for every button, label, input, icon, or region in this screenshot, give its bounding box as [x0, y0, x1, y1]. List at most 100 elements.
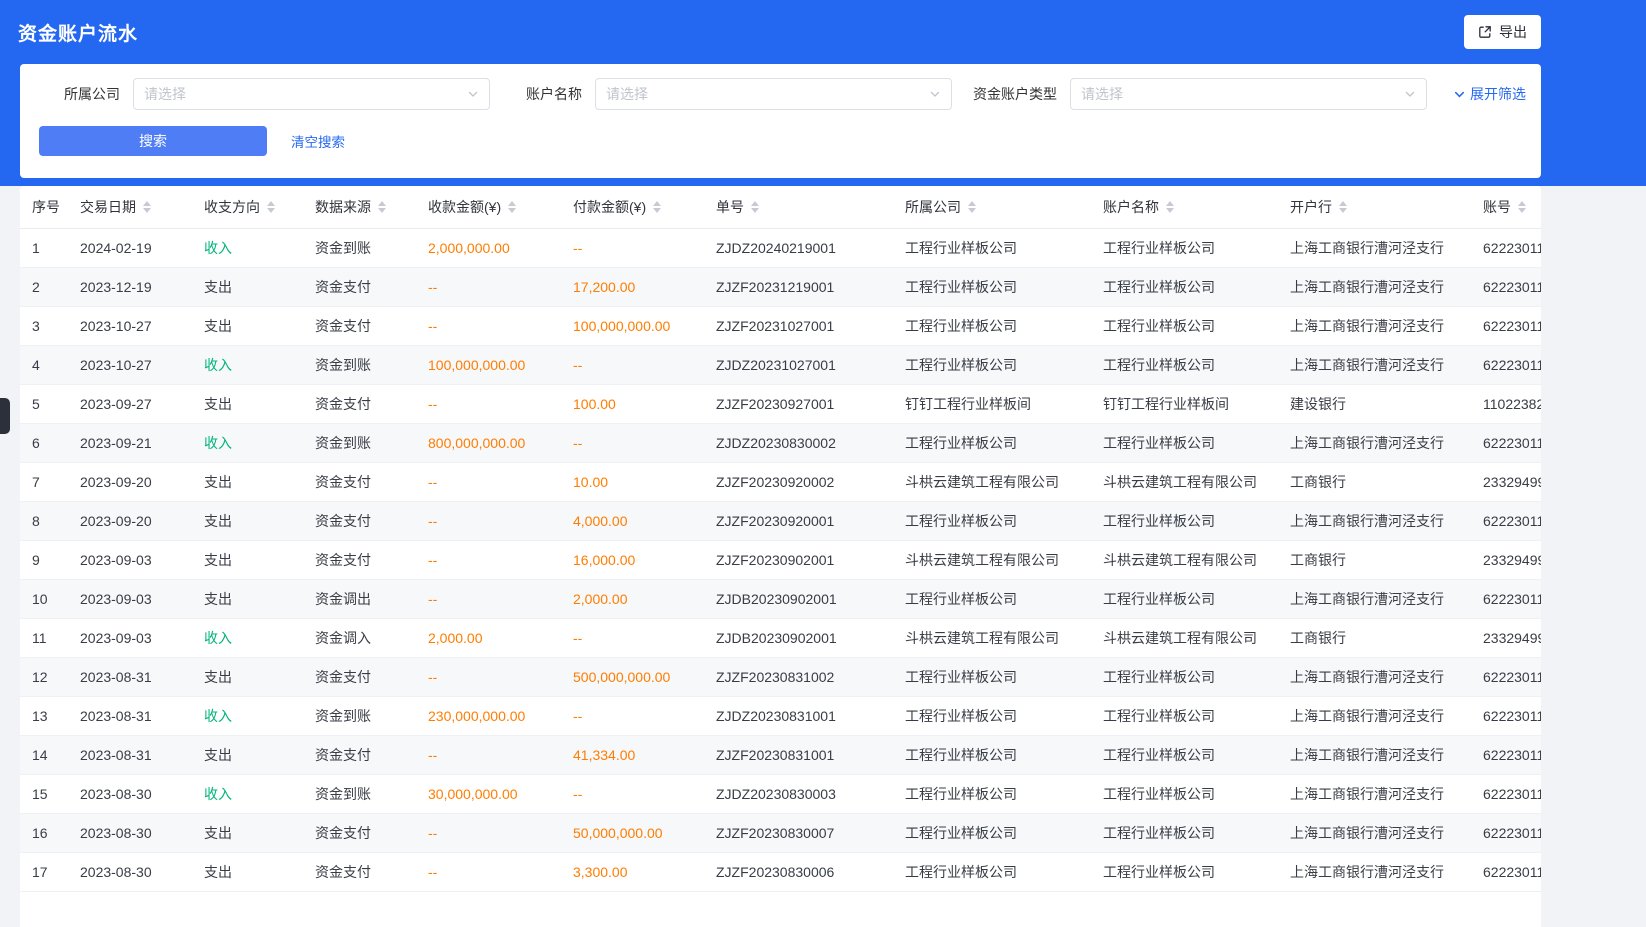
cell-company: 斗栱云建筑工程有限公司 — [893, 540, 1091, 579]
column-header-label: 付款金额(¥) — [573, 197, 646, 217]
cell-direction: 支出 — [192, 267, 303, 306]
filter-panel: 所属公司 请选择 账户名称 请选择 资金账户类型 请选择 — [20, 64, 1541, 178]
cell-no: 4 — [20, 345, 68, 384]
column-header-1[interactable]: 交易日期 — [68, 186, 192, 228]
cell-accno: 622230111 — [1471, 579, 1541, 618]
cell-receipt: -- — [416, 384, 561, 423]
chevron-down-icon — [1404, 88, 1416, 100]
cell-date: 2023-09-03 — [68, 579, 192, 618]
sort-icon[interactable] — [1339, 201, 1347, 213]
cell-payment: 3,300.00 — [561, 852, 704, 891]
cell-receipt: 2,000,000.00 — [416, 228, 561, 267]
cell-payment: 4,000.00 — [561, 501, 704, 540]
cell-source: 资金到账 — [303, 696, 416, 735]
cell-source: 资金支付 — [303, 501, 416, 540]
cell-bank: 建设银行 — [1278, 384, 1471, 423]
cell-no: 5 — [20, 384, 68, 423]
cell-payment: 50,000,000.00 — [561, 813, 704, 852]
cell-receipt: -- — [416, 540, 561, 579]
column-header-5[interactable]: 付款金额(¥) — [561, 186, 704, 228]
cell-bank: 工商银行 — [1278, 618, 1471, 657]
cell-account: 钉钉工程行业样板间 — [1091, 384, 1278, 423]
cell-source: 资金支付 — [303, 462, 416, 501]
cell-accno: 622230111 — [1471, 657, 1541, 696]
cell-direction: 支出 — [192, 813, 303, 852]
cell-order: ZJDZ20240219001 — [704, 228, 893, 267]
cell-bank: 上海工商银行漕河泾支行 — [1278, 813, 1471, 852]
clear-search-link[interactable]: 清空搜索 — [291, 131, 345, 151]
table-row: 112023-09-03收入资金调入2,000.00--ZJDB20230902… — [20, 618, 1541, 657]
table-row: 32023-10-27支出资金支付--100,000,000.00ZJZF202… — [20, 306, 1541, 345]
cell-date: 2023-09-03 — [68, 540, 192, 579]
cell-receipt: 800,000,000.00 — [416, 423, 561, 462]
table-row: 152023-08-30收入资金到账30,000,000.00--ZJDZ202… — [20, 774, 1541, 813]
account-type-select-placeholder: 请选择 — [1081, 84, 1123, 104]
cell-payment: 10.00 — [561, 462, 704, 501]
cell-accno: 622230111 — [1471, 501, 1541, 540]
sort-icon[interactable] — [143, 201, 151, 213]
transactions-table-card: 序号交易日期收支方向数据来源收款金额(¥)付款金额(¥)单号所属公司账户名称开户… — [20, 186, 1541, 927]
cell-order: ZJDZ20230831001 — [704, 696, 893, 735]
export-button-label: 导出 — [1499, 22, 1527, 42]
cell-accno: 622230111 — [1471, 852, 1541, 891]
cell-source: 资金支付 — [303, 540, 416, 579]
sort-icon[interactable] — [378, 201, 386, 213]
cell-no: 1 — [20, 228, 68, 267]
column-header-6[interactable]: 单号 — [704, 186, 893, 228]
cell-source: 资金支付 — [303, 657, 416, 696]
filter-label-account-name: 账户名称 — [490, 84, 595, 104]
sort-icon[interactable] — [508, 201, 516, 213]
cell-payment: 17,200.00 — [561, 267, 704, 306]
sort-icon[interactable] — [653, 201, 661, 213]
cell-date: 2023-09-27 — [68, 384, 192, 423]
cell-no: 17 — [20, 852, 68, 891]
column-header-4[interactable]: 收款金额(¥) — [416, 186, 561, 228]
filter-row: 所属公司 请选择 账户名称 请选择 资金账户类型 请选择 — [20, 78, 1526, 110]
cell-accno: 622230111 — [1471, 228, 1541, 267]
expand-filter-link[interactable]: 展开筛选 — [1453, 84, 1526, 104]
cell-source: 资金支付 — [303, 267, 416, 306]
account-type-select[interactable]: 请选择 — [1070, 78, 1427, 110]
table-header-row: 序号交易日期收支方向数据来源收款金额(¥)付款金额(¥)单号所属公司账户名称开户… — [20, 186, 1541, 228]
cell-account: 工程行业样板公司 — [1091, 774, 1278, 813]
cell-direction: 收入 — [192, 345, 303, 384]
cell-company: 钉钉工程行业样板间 — [893, 384, 1091, 423]
account-name-select[interactable]: 请选择 — [595, 78, 952, 110]
cell-company: 工程行业样板公司 — [893, 735, 1091, 774]
table-row: 102023-09-03支出资金调出--2,000.00ZJDB20230902… — [20, 579, 1541, 618]
export-button[interactable]: 导出 — [1464, 15, 1541, 49]
table-row: 162023-08-30支出资金支付--50,000,000.00ZJZF202… — [20, 813, 1541, 852]
side-drawer-handle[interactable] — [0, 398, 10, 434]
sort-icon[interactable] — [267, 201, 275, 213]
search-button[interactable]: 搜索 — [39, 126, 267, 156]
cell-receipt: -- — [416, 579, 561, 618]
column-header-2[interactable]: 收支方向 — [192, 186, 303, 228]
sort-icon[interactable] — [1518, 201, 1526, 213]
sort-icon[interactable] — [968, 201, 976, 213]
cell-direction: 支出 — [192, 306, 303, 345]
cell-order: ZJDZ20231027001 — [704, 345, 893, 384]
cell-account: 工程行业样板公司 — [1091, 813, 1278, 852]
sort-icon[interactable] — [1166, 201, 1174, 213]
chevron-down-icon — [929, 88, 941, 100]
blue-header-band: 资金账户流水 导出 所属公司 请选择 账户名称 请选择 — [0, 0, 1646, 186]
cell-order: ZJZF20231027001 — [704, 306, 893, 345]
cell-accno: 233294994 — [1471, 462, 1541, 501]
cell-account: 工程行业样板公司 — [1091, 579, 1278, 618]
cell-receipt: -- — [416, 657, 561, 696]
cell-no: 6 — [20, 423, 68, 462]
cell-source: 资金支付 — [303, 306, 416, 345]
column-header-9[interactable]: 开户行 — [1278, 186, 1471, 228]
filter-actions: 搜索 清空搜索 — [39, 126, 1526, 156]
column-header-8[interactable]: 账户名称 — [1091, 186, 1278, 228]
cell-account: 工程行业样板公司 — [1091, 345, 1278, 384]
cell-company: 工程行业样板公司 — [893, 345, 1091, 384]
cell-direction: 支出 — [192, 657, 303, 696]
sort-icon[interactable] — [751, 201, 759, 213]
table-row: 172023-08-30支出资金支付--3,300.00ZJZF20230830… — [20, 852, 1541, 891]
column-header-10[interactable]: 账号 — [1471, 186, 1541, 228]
company-select[interactable]: 请选择 — [133, 78, 490, 110]
column-header-3[interactable]: 数据来源 — [303, 186, 416, 228]
cell-no: 2 — [20, 267, 68, 306]
column-header-7[interactable]: 所属公司 — [893, 186, 1091, 228]
